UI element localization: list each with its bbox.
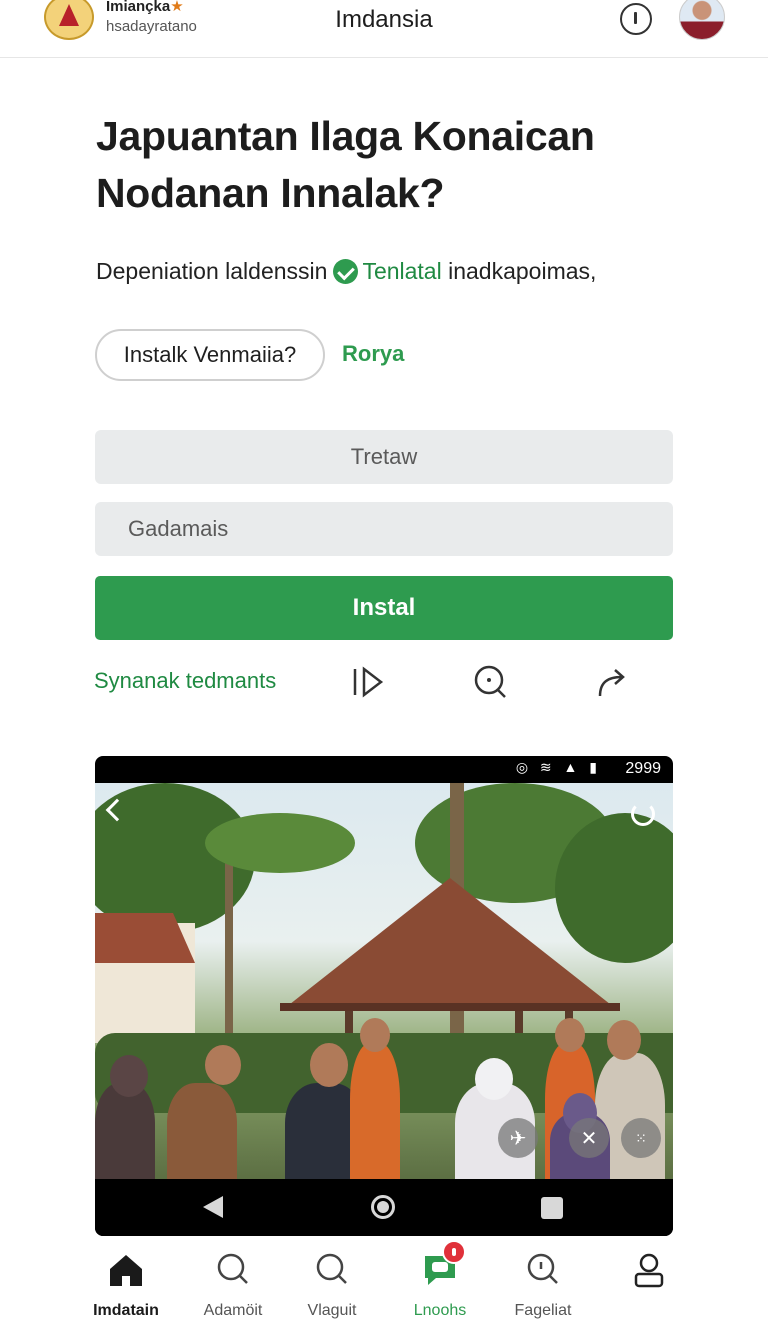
home-icon: [110, 1255, 142, 1286]
nav-item-2[interactable]: Adamöit: [178, 1250, 288, 1320]
status-bar: ◎ ≋ ▲ ▮ 2999: [95, 756, 673, 783]
side-link[interactable]: Rorya: [342, 341, 404, 367]
media-preview: ◎ ≋ ▲ ▮ 2999 ✈ ✕ ⁙: [95, 756, 673, 1236]
play-icon[interactable]: [350, 664, 386, 700]
nav-item-profile[interactable]: [594, 1250, 704, 1302]
install-version-chip[interactable]: Instalk Venmaiia?: [95, 329, 325, 381]
text-field-1[interactable]: Tretaw: [95, 430, 673, 484]
page-header-title: Imdansia: [335, 6, 433, 33]
send-icon[interactable]: ✈: [498, 1118, 538, 1158]
search-icon: [527, 1253, 558, 1284]
refresh-icon[interactable]: [631, 802, 655, 826]
nav-item-home[interactable]: Imdatain: [71, 1250, 181, 1320]
check-icon: [333, 259, 359, 284]
home-circle-icon[interactable]: [371, 1195, 395, 1219]
system-nav-bar: [95, 1179, 673, 1236]
search-icon: [316, 1253, 347, 1284]
nav-item-3[interactable]: Vlaguit: [277, 1250, 387, 1320]
nav-item-5[interactable]: Fageliat: [488, 1250, 598, 1320]
share-icon[interactable]: [594, 664, 630, 700]
search-icon: [217, 1253, 248, 1284]
action-link[interactable]: Synanak tedmants: [94, 668, 276, 694]
search-icon[interactable]: [472, 664, 508, 700]
app-header: Imiançka★ hsadayratano Imdansia: [0, 0, 768, 58]
back-icon[interactable]: [203, 1196, 223, 1218]
status-time: 2999: [625, 760, 661, 777]
notification-badge: [442, 1240, 466, 1264]
text-field-2[interactable]: Gadamais: [95, 502, 673, 556]
nav-item-chat[interactable]: Lnoohs: [385, 1240, 495, 1320]
bottom-nav: Imdatain Adamöit Vlaguit Lnoohs Fageliat: [0, 1240, 768, 1344]
status-icons: ◎ ≋ ▲ ▮: [515, 759, 601, 775]
avatar[interactable]: [679, 0, 725, 40]
install-button[interactable]: Instal: [95, 576, 673, 640]
more-icon[interactable]: ⁙: [621, 1118, 661, 1158]
recents-icon[interactable]: [541, 1197, 563, 1219]
profile-icon: [634, 1253, 664, 1288]
info-icon[interactable]: [620, 3, 652, 35]
subtitle-text: Depeniation laldenssin Tenlatal inadkapoi…: [96, 258, 597, 284]
subtitle-link[interactable]: Tenlatal: [362, 258, 441, 284]
page-title: Japuantan Ilaga Konaican Nodanan Innalak…: [96, 113, 595, 216]
close-icon[interactable]: ✕: [569, 1118, 609, 1158]
